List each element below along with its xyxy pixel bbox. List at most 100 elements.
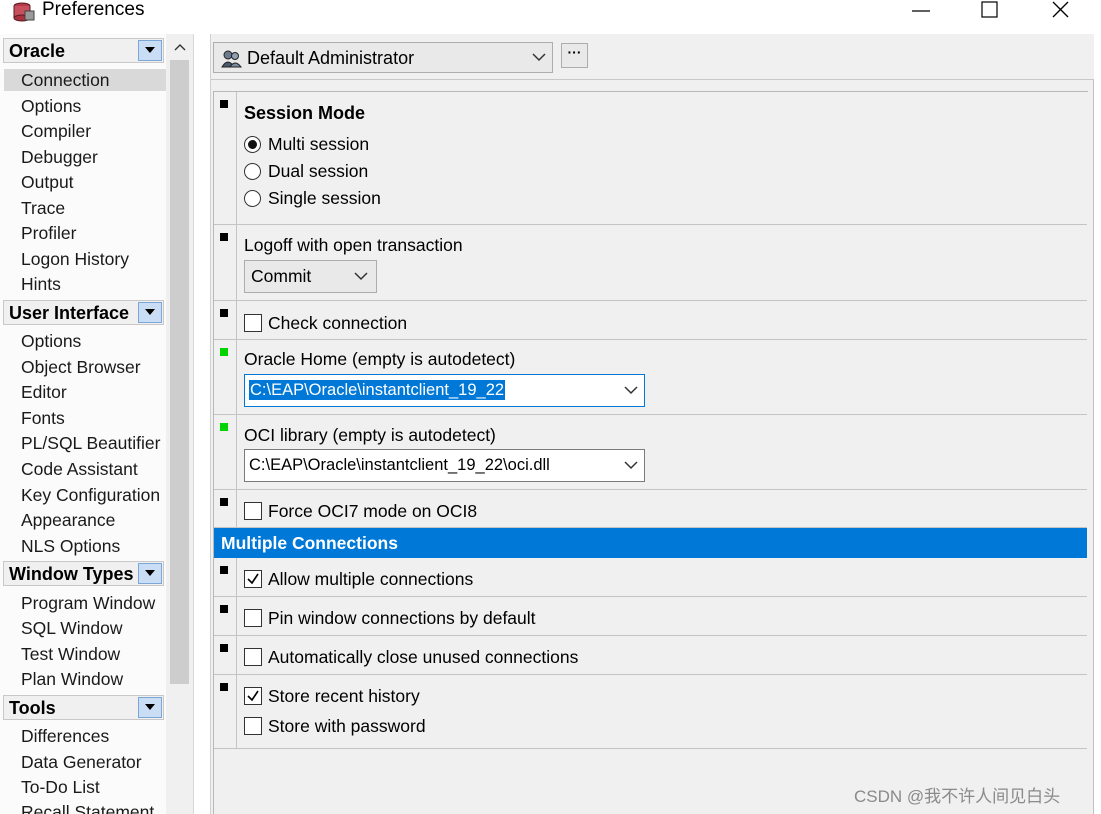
nav-item-sql-window[interactable]: SQL Window: [21, 617, 122, 639]
checkbox-label: Force OCI7 mode on OCI8: [268, 501, 478, 521]
oracle-home-combo[interactable]: C:\EAP\Oracle\instantclient_19_22: [244, 374, 645, 407]
category-label: User Interface: [9, 303, 130, 323]
checkbox-label: Check connection: [268, 313, 408, 333]
nav-item-fonts[interactable]: Fonts: [21, 407, 65, 429]
radio-label: Multi session: [268, 134, 370, 154]
category-oracle[interactable]: Oracle: [3, 38, 164, 63]
option-oracle-home: Oracle Home (empty is autodetect) C:\EAP…: [214, 340, 1087, 415]
checkbox-label: Automatically close unused connections: [268, 647, 579, 667]
nav-item-plan-window[interactable]: Plan Window: [21, 668, 123, 690]
nav-item-program-window[interactable]: Program Window: [21, 592, 155, 614]
nav-item-output[interactable]: Output: [21, 171, 74, 193]
category-collapse-button[interactable]: [138, 40, 162, 61]
check-connection-checkbox[interactable]: [244, 314, 262, 332]
nav-item-hints[interactable]: Hints: [21, 273, 61, 295]
default-marker-icon: [220, 498, 228, 506]
triangle-down-icon: [145, 704, 155, 710]
checkmark-icon: [247, 690, 259, 702]
nav-item-key-configuration[interactable]: Key Configuration: [21, 484, 160, 506]
nav-item-nls-options[interactable]: NLS Options: [21, 535, 120, 557]
option-logoff: Logoff with open transaction Commit: [214, 225, 1087, 301]
chevron-down-icon: [532, 53, 546, 62]
option-gutter: [214, 490, 237, 527]
nav-item-code-assistant[interactable]: Code Assistant: [21, 458, 138, 480]
nav-item-object-browser[interactable]: Object Browser: [21, 356, 141, 378]
nav-item-options[interactable]: Options: [21, 95, 81, 117]
checkbox-label: Pin window connections by default: [268, 608, 536, 628]
profile-toolbar: Default Administrator ···: [211, 34, 1094, 80]
maximize-icon: [981, 1, 998, 18]
nav-item-connection[interactable]: Connection: [4, 69, 166, 91]
close-button[interactable]: [1038, 0, 1084, 22]
force-oci7-checkbox[interactable]: [244, 502, 262, 520]
pin-window-checkbox[interactable]: [244, 609, 262, 627]
nav-item-debugger[interactable]: Debugger: [21, 146, 98, 168]
radio-multi-session[interactable]: [244, 136, 261, 153]
option-gutter: [214, 636, 237, 674]
option-gutter: [214, 675, 237, 748]
option-gutter: [214, 415, 237, 489]
logoff-select[interactable]: Commit: [244, 260, 377, 293]
modified-marker-icon: [220, 348, 228, 356]
connection-settings-panel: Default Administrator ··· Session Mode M…: [210, 34, 1094, 814]
nav-item-data-generator[interactable]: Data Generator: [21, 751, 142, 773]
scroll-up-button[interactable]: [168, 34, 192, 60]
nav-item-ui-options[interactable]: Options: [21, 330, 81, 352]
nav-item-recall-statement[interactable]: Recall Statement: [21, 801, 154, 814]
option-session-mode: Session Mode Multi session Dual session …: [214, 92, 1087, 225]
title-bar: Preferences: [0, 0, 1101, 32]
option-oci-library: OCI library (empty is autodetect) C:\EAP…: [214, 415, 1087, 490]
category-user-interface[interactable]: User Interface: [3, 300, 164, 325]
oci-library-combo[interactable]: C:\EAP\Oracle\instantclient_19_22\oci.dl…: [244, 449, 645, 482]
triangle-down-icon: [145, 47, 155, 53]
default-marker-icon: [220, 233, 228, 241]
radio-single-session[interactable]: [244, 190, 261, 207]
nav-item-appearance[interactable]: Appearance: [21, 509, 115, 531]
nav-item-plsql-beautifier[interactable]: PL/SQL Beautifier: [21, 432, 160, 454]
radio-label: Single session: [268, 188, 381, 208]
chevron-down-icon: [624, 461, 638, 470]
category-collapse-button[interactable]: [138, 302, 162, 323]
nav-item-to-do-list[interactable]: To-Do List: [21, 776, 100, 798]
profile-select[interactable]: Default Administrator: [213, 42, 553, 73]
store-password-checkbox[interactable]: [244, 717, 262, 735]
option-gutter: [214, 92, 237, 224]
option-gutter: [214, 558, 237, 596]
nav-item-compiler[interactable]: Compiler: [21, 120, 91, 142]
nav-item-test-window[interactable]: Test Window: [21, 643, 120, 665]
chevron-down-icon: [624, 386, 638, 395]
profile-more-button[interactable]: ···: [561, 43, 588, 68]
triangle-down-icon: [145, 570, 155, 576]
category-collapse-button[interactable]: [138, 697, 162, 718]
nav-item-trace[interactable]: Trace: [21, 197, 65, 219]
triangle-down-icon: [145, 309, 155, 315]
default-marker-icon: [220, 644, 228, 652]
checkbox-label: Store with password: [268, 716, 426, 736]
profile-label: Default Administrator: [247, 48, 415, 68]
category-window-types[interactable]: Window Types: [3, 561, 164, 586]
category-label: Window Types: [9, 564, 134, 584]
store-history-checkbox[interactable]: [244, 687, 262, 705]
allow-multiple-checkbox[interactable]: [244, 570, 262, 588]
category-tools[interactable]: Tools: [3, 695, 164, 720]
option-store-history: Store recent history Store with password: [214, 675, 1087, 749]
nav-scrollbar[interactable]: [168, 34, 192, 814]
scroll-thumb[interactable]: [170, 60, 189, 684]
nav-item-logon-history[interactable]: Logon History: [21, 248, 129, 270]
nav-item-differences[interactable]: Differences: [21, 725, 109, 747]
default-marker-icon: [220, 683, 228, 691]
modified-marker-icon: [220, 423, 228, 431]
nav-item-profiler[interactable]: Profiler: [21, 222, 76, 244]
minimize-button[interactable]: [898, 0, 944, 22]
radio-dual-session[interactable]: [244, 163, 261, 180]
checkbox-label: Allow multiple connections: [268, 569, 474, 589]
nav-item-editor[interactable]: Editor: [21, 381, 67, 403]
category-collapse-button[interactable]: [138, 563, 162, 584]
logoff-label: Logoff with open transaction: [244, 235, 463, 255]
option-gutter: [214, 340, 237, 414]
default-marker-icon: [220, 566, 228, 574]
auto-close-checkbox[interactable]: [244, 648, 262, 666]
window-title: Preferences: [42, 0, 145, 20]
maximize-button[interactable]: [966, 0, 1012, 22]
oracle-home-label: Oracle Home (empty is autodetect): [244, 349, 516, 369]
